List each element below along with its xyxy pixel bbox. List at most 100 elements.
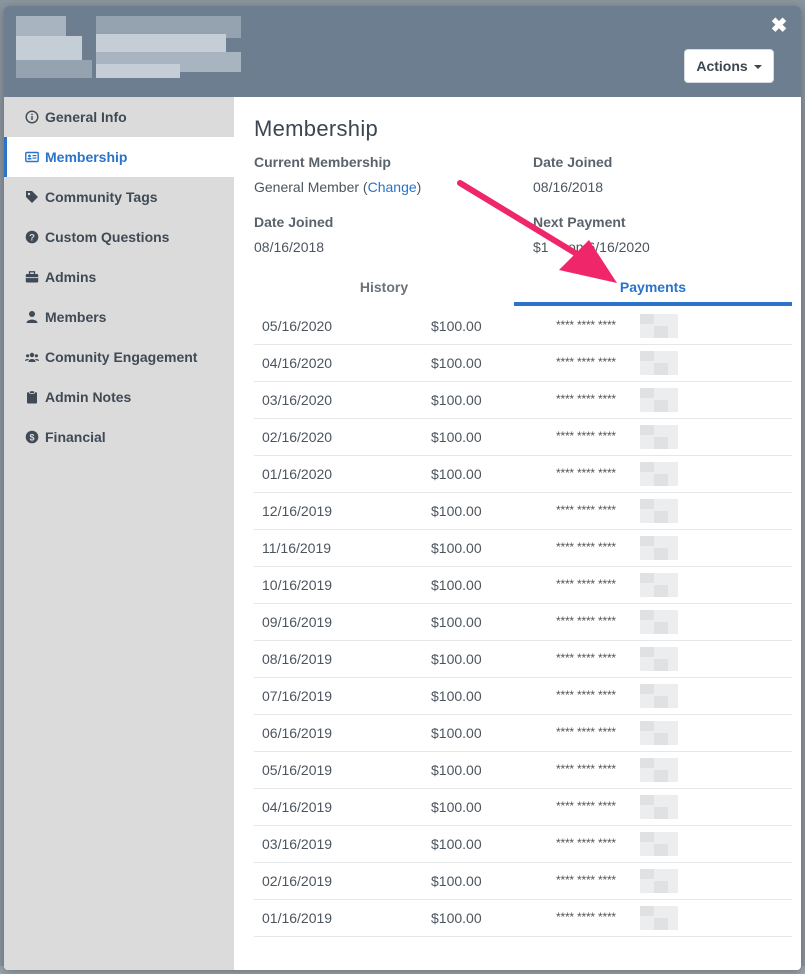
svg-text:?: ? — [29, 233, 35, 244]
payment-amount: $100.00 — [431, 836, 482, 852]
redacted-card-digits — [640, 610, 678, 634]
sidebar-item-label: Admins — [45, 269, 97, 285]
redacted-card-digits — [640, 573, 678, 597]
sidebar-item-custom-questions[interactable]: ? Custom Questions — [4, 217, 234, 257]
id-card-icon — [24, 150, 39, 165]
redacted-card-digits — [640, 832, 678, 856]
payment-card-mask: **** **** **** — [556, 725, 616, 739]
sidebar-item-community-tags[interactable]: Community Tags — [4, 177, 234, 217]
clipboard-icon — [24, 390, 39, 405]
payments-table: 05/16/2020 $100.00 **** **** **** 04/16/202… — [254, 308, 792, 937]
payment-card-mask: **** **** **** — [556, 651, 616, 665]
sidebar-item-label: Custom Questions — [45, 229, 170, 245]
current-membership-value: General Member (Change) — [254, 179, 421, 195]
payment-card-mask: **** **** **** — [556, 540, 616, 554]
tag-icon — [24, 190, 39, 205]
sidebar-item-membership[interactable]: Membership — [4, 137, 234, 177]
payment-date: 04/16/2020 — [262, 355, 333, 371]
sidebar-item-members[interactable]: Members — [4, 297, 234, 337]
payment-card-mask: **** **** **** — [556, 355, 616, 369]
payment-date: 01/16/2019 — [262, 910, 333, 926]
payment-amount: $100.00 — [431, 651, 482, 667]
sidebar-item-admins[interactable]: Admins — [4, 257, 234, 297]
payment-card-mask: **** **** **** — [556, 318, 616, 332]
payment-card-mask: **** **** **** — [556, 614, 616, 628]
sidebar-item-label: Membership — [45, 149, 128, 165]
question-icon: ? — [24, 230, 39, 245]
payment-card-mask: **** **** **** — [556, 799, 616, 813]
tab-payments[interactable]: Payments — [514, 276, 792, 306]
redacted-card-digits — [640, 462, 678, 486]
table-row: 02/16/2019 $100.00 **** **** **** — [254, 863, 792, 900]
close-icon[interactable]: ✖ — [769, 16, 789, 36]
payment-date: 02/16/2019 — [262, 873, 333, 889]
payment-date: 10/16/2019 — [262, 577, 333, 593]
table-row: 04/16/2020 $100.00 **** **** **** — [254, 345, 792, 382]
table-row: 01/16/2020 $100.00 **** **** **** — [254, 456, 792, 493]
sidebar-item-admin-notes[interactable]: Admin Notes — [4, 377, 234, 417]
sidebar-item-label: Financial — [45, 429, 106, 445]
redacted-card-digits — [640, 425, 678, 449]
payment-amount: $100.00 — [431, 355, 482, 371]
table-row: 11/16/2019 $100.00 **** **** **** — [254, 530, 792, 567]
table-row: 04/16/2019 $100.00 **** **** **** — [254, 789, 792, 826]
redacted-card-digits — [640, 795, 678, 819]
payment-amount: $100.00 — [431, 762, 482, 778]
table-row: 02/16/2020 $100.00 **** **** **** — [254, 419, 792, 456]
payment-date: 03/16/2019 — [262, 836, 333, 852]
redacted-card-digits — [640, 684, 678, 708]
info-icon — [24, 110, 39, 125]
payment-card-mask: **** **** **** — [556, 577, 616, 591]
sidebar-item-general-info[interactable]: General Info — [4, 97, 234, 137]
change-membership-link[interactable]: Change — [368, 179, 417, 195]
payment-date: 06/16/2019 — [262, 725, 333, 741]
next-payment-value: $1 on 6/16/2020 — [533, 239, 650, 255]
payment-amount: $100.00 — [431, 725, 482, 741]
table-row: 03/16/2020 $100.00 **** **** **** — [254, 382, 792, 419]
payment-date: 12/16/2019 — [262, 503, 333, 519]
caret-down-icon — [753, 65, 762, 69]
payment-card-mask: **** **** **** — [556, 466, 616, 480]
table-row: 10/16/2019 $100.00 **** **** **** — [254, 567, 792, 604]
payment-date: 09/16/2019 — [262, 614, 333, 630]
payment-date: 11/16/2019 — [262, 540, 332, 556]
table-row: 05/16/2020 $100.00 **** **** **** — [254, 308, 792, 345]
payment-card-mask: **** **** **** — [556, 873, 616, 887]
actions-dropdown-button[interactable]: Actions — [684, 49, 774, 83]
tab-history[interactable]: History — [254, 276, 514, 306]
payment-date: 08/16/2019 — [262, 651, 333, 667]
redacted-card-digits — [640, 647, 678, 671]
table-row: 03/16/2019 $100.00 **** **** **** — [254, 826, 792, 863]
users-icon — [24, 350, 39, 365]
payment-card-mask: **** **** **** — [556, 762, 616, 776]
table-row: 09/16/2019 $100.00 **** **** **** — [254, 604, 792, 641]
payment-amount: $100.00 — [431, 799, 482, 815]
date-joined-label: Date Joined — [254, 214, 334, 230]
sidebar: General Info Membership Community Tags ?… — [4, 97, 234, 970]
redacted-card-digits — [640, 869, 678, 893]
membership-type: General Member ( — [254, 179, 368, 195]
redacted-card-digits — [640, 758, 678, 782]
payment-amount: $100.00 — [431, 688, 482, 704]
sidebar-item-financial[interactable]: $ Financial — [4, 417, 234, 457]
sidebar-item-label: Community Tags — [45, 189, 158, 205]
table-row: 05/16/2019 $100.00 **** **** **** — [254, 752, 792, 789]
briefcase-icon — [24, 270, 39, 285]
user-icon — [24, 310, 39, 325]
payment-amount: $100.00 — [431, 392, 482, 408]
payment-card-mask: **** **** **** — [556, 836, 616, 850]
membership-panel: Membership Current Membership General Me… — [234, 97, 801, 970]
table-row: 06/16/2019 $100.00 **** **** **** — [254, 715, 792, 752]
date-joined-label: Date Joined — [533, 154, 613, 170]
table-row: 12/16/2019 $100.00 **** **** **** — [254, 493, 792, 530]
payment-date: 01/16/2020 — [262, 466, 333, 482]
page-title: Membership — [254, 116, 379, 141]
sidebar-item-label: Comunity Engagement — [45, 349, 198, 365]
redacted-card-digits — [640, 721, 678, 745]
payment-amount: $100.00 — [431, 429, 482, 445]
sidebar-item-community-engagement[interactable]: Comunity Engagement — [4, 337, 234, 377]
dollar-icon: $ — [24, 430, 39, 445]
modal-header: ✖ Actions — [4, 6, 801, 97]
payment-amount: $100.00 — [431, 466, 482, 482]
payment-card-mask: **** **** **** — [556, 429, 616, 443]
